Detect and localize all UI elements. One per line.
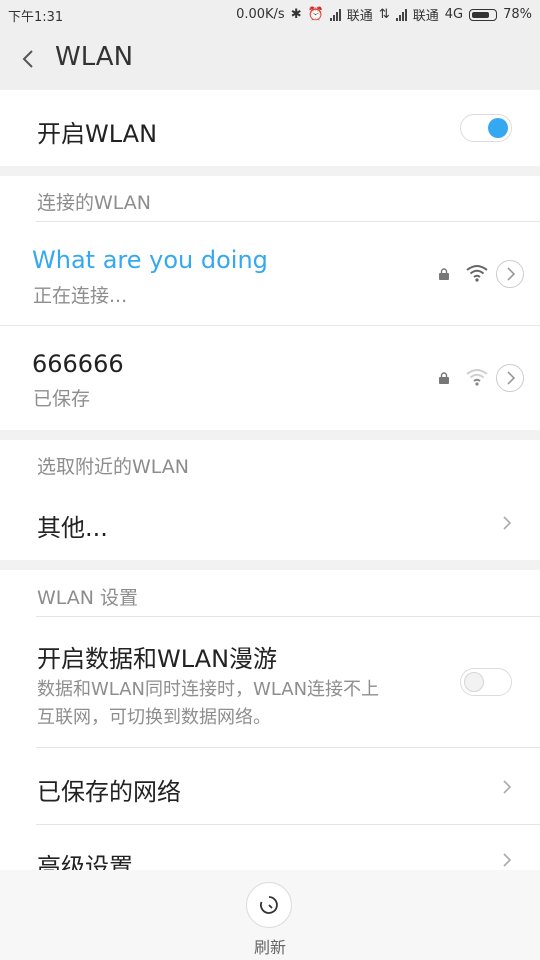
battery-percent: 78%: [503, 7, 532, 22]
network-status: 正在连接...: [33, 285, 128, 307]
wlan-toggle-label: 开启WLAN: [37, 120, 158, 148]
network-name: What are you doing: [32, 246, 268, 274]
network-item-666666[interactable]: 666666 已保存: [0, 326, 540, 430]
network-item-what-are-you-doing[interactable]: What are you doing 正在连接...: [0, 222, 540, 325]
carrier-1: 联通: [346, 9, 373, 24]
wlan-settings-section: WLAN 设置 开启数据和WLAN漫游 数据和WLAN同时连接时，WLAN连接不…: [0, 570, 540, 870]
lock-icon: [439, 372, 449, 384]
chevron-right-icon: [503, 516, 512, 530]
wifi-strong-icon: [466, 265, 488, 282]
network-name: 666666: [32, 350, 124, 378]
carrier-2: 联通: [412, 9, 439, 24]
refresh-icon: [260, 896, 278, 914]
status-bar: 下午1:31 0.00K/s ✱ ⏰ 联通 ⇅ 联通 4G 78%: [0, 0, 540, 28]
data-transfer-icon: ⇅: [378, 7, 390, 22]
signal-icon: [329, 8, 341, 21]
wlan-toggle-switch[interactable]: [460, 114, 512, 142]
wlan-toggle-row[interactable]: 开启WLAN: [0, 90, 540, 166]
chevron-right-icon: [503, 853, 512, 867]
network-type: 4G: [444, 7, 464, 22]
network-detail-button[interactable]: [496, 364, 524, 392]
roaming-toggle-switch[interactable]: [460, 668, 512, 696]
refresh-label: 刷新: [253, 938, 286, 957]
roaming-row[interactable]: 开启数据和WLAN漫游 数据和WLAN同时连接时，WLAN连接不上 互联网，可切…: [0, 617, 540, 747]
app-header: WLAN: [0, 28, 540, 90]
advanced-settings-label: 高级设置: [37, 853, 133, 870]
battery-icon: [469, 8, 498, 21]
alarm-icon: ⏰: [307, 7, 324, 22]
lock-icon: [439, 268, 449, 280]
advanced-settings-item[interactable]: 高级设置: [0, 825, 540, 870]
roaming-desc-line1: 数据和WLAN同时连接时，WLAN连接不上: [37, 679, 380, 700]
bluetooth-icon: ✱: [290, 7, 302, 22]
page-title: WLAN: [55, 42, 134, 72]
connected-wlan-section: 连接的WLAN What are you doing 正在连接... 66666…: [0, 176, 540, 430]
roaming-desc-line2: 互联网，可切换到数据网络。: [37, 707, 271, 728]
wifi-weak-icon: [466, 369, 488, 386]
connected-wlan-header: 连接的WLAN: [37, 192, 152, 214]
other-network-item[interactable]: 其他...: [0, 486, 540, 560]
status-icons: 0.00K/s ✱ ⏰ 联通 ⇅ 联通 4G 78%: [236, 5, 532, 24]
network-detail-button[interactable]: [496, 260, 524, 288]
saved-networks-label: 已保存的网络: [37, 778, 181, 806]
saved-networks-item[interactable]: 已保存的网络: [0, 748, 540, 824]
chevron-right-icon: [503, 780, 512, 794]
signal-icon-2: [395, 8, 407, 21]
network-speed: 0.00K/s: [236, 7, 285, 22]
refresh-button[interactable]: [246, 882, 292, 928]
chevron-right-icon: [507, 371, 516, 385]
wlan-settings-header: WLAN 设置: [37, 587, 139, 609]
nearby-wlan-header: 选取附近的WLAN: [37, 456, 190, 478]
back-arrow-icon[interactable]: [18, 48, 40, 70]
chevron-right-icon: [507, 267, 516, 281]
status-time: 下午1:31: [8, 10, 64, 25]
roaming-title: 开启数据和WLAN漫游: [37, 645, 278, 673]
nearby-wlan-section: 选取附近的WLAN 其他...: [0, 440, 540, 560]
network-status: 已保存: [33, 388, 91, 410]
other-network-label: 其他...: [37, 514, 108, 542]
